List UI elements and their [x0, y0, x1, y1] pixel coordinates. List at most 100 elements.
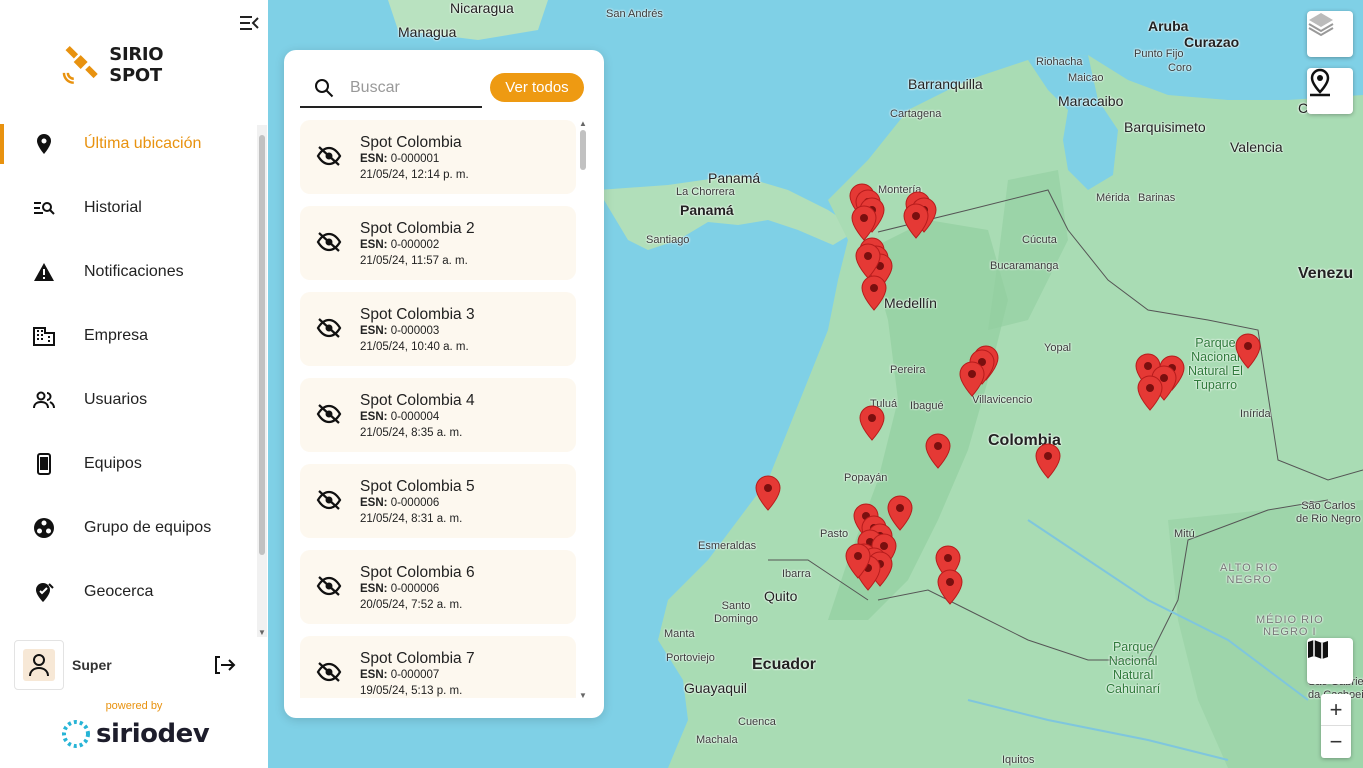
device-card[interactable]: Spot Colombia 2 ESN: 0-000002 21/05/24, 11… — [300, 206, 576, 280]
sidebar-item-label: Equipos — [84, 455, 142, 472]
scrollbar-thumb[interactable] — [259, 135, 265, 555]
map-label: Yopal — [1044, 342, 1072, 354]
device-esn: ESN: 0-000001 — [360, 153, 439, 165]
scroll-down-icon[interactable]: ▼ — [579, 691, 587, 700]
device-esn: ESN: 0-000006 — [360, 497, 439, 509]
ver-todos-button[interactable]: Ver todos — [490, 73, 584, 102]
user-icon — [29, 654, 49, 677]
map-label: Managua — [398, 24, 457, 40]
sidebar-item-label: Geocerca — [84, 583, 154, 600]
visibility-off-icon[interactable] — [316, 661, 342, 683]
visibility-off-icon[interactable] — [316, 403, 342, 425]
locate-pin-icon — [1310, 68, 1330, 97]
sidebar-item-geocerca[interactable]: Geocerca — [0, 560, 258, 624]
map-label: Parque Nacional Natural El Tuparro — [1188, 336, 1243, 392]
device-panel: Ver todos Spot Colombia ESN: 0-000001 21/0… — [284, 50, 604, 718]
device-name: Spot Colombia 3 — [360, 306, 475, 323]
main-nav: Última ubicación Historial Notificacione… — [0, 112, 258, 624]
avatar[interactable] — [14, 640, 64, 690]
visibility-off-icon[interactable] — [316, 317, 342, 339]
map-label: Punto Fijo — [1134, 48, 1184, 60]
device-card[interactable]: Spot Colombia 4 ESN: 0-000004 21/05/24, 8:… — [300, 378, 576, 452]
device-name: Spot Colombia 4 — [360, 392, 475, 409]
esn-label: ESN: — [360, 325, 388, 337]
sidebar-scrollbar[interactable]: ▼ — [257, 125, 267, 637]
sidebar-item-notificaciones[interactable]: Notificaciones — [0, 240, 258, 304]
device-card[interactable]: Spot Colombia 7 ESN: 0-000007 19/05/24, 5:… — [300, 636, 576, 698]
map-label: Pasto — [820, 528, 849, 540]
map-label: São Carlos de Rio Negro — [1296, 500, 1361, 525]
visibility-off-icon[interactable] — [316, 575, 342, 597]
map-label: Barinas — [1138, 192, 1176, 204]
sidebar-item-usuarios[interactable]: Usuarios — [0, 368, 258, 432]
device-name: Spot Colombia 7 — [360, 650, 475, 667]
layers-button[interactable] — [1307, 11, 1353, 57]
scroll-up-icon[interactable]: ▲ — [579, 119, 587, 128]
geofence-icon — [32, 580, 56, 604]
sidebar-item-label: Última ubicación — [84, 135, 202, 152]
scrollbar-thumb[interactable] — [580, 130, 586, 170]
map-label: Esmeraldas — [698, 540, 757, 552]
device-date: 20/05/24, 7:52 a. m. — [360, 599, 463, 611]
zoom-out-button[interactable]: − — [1321, 726, 1351, 758]
device-card[interactable]: Spot Colombia 6 ESN: 0-000006 20/05/24, 7:… — [300, 550, 576, 624]
sidebar-item-label: Grupo de equipos — [84, 519, 212, 536]
map-label: Barranquilla — [908, 76, 983, 92]
map-label: Parque Nacional Natural Cahuinarí — [1106, 640, 1161, 696]
vendor-logo: siriodev — [60, 716, 210, 752]
map-label: Medellín — [884, 295, 937, 311]
device-date: 21/05/24, 8:31 a. m. — [360, 513, 463, 525]
device-card[interactable]: Spot Colombia ESN: 0-000001 21/05/24, 12:1… — [300, 120, 576, 194]
device-card[interactable]: Spot Colombia 5 ESN: 0-000006 21/05/24, 8:… — [300, 464, 576, 538]
device-esn: ESN: 0-000003 — [360, 325, 439, 337]
esn-value: 0-000002 — [390, 239, 440, 251]
building-icon — [32, 324, 56, 348]
visibility-off-icon[interactable] — [316, 145, 342, 167]
sidebar-item-grupo-de-equipos[interactable]: Grupo de equipos — [0, 496, 258, 560]
device-date: 21/05/24, 12:14 p. m. — [360, 169, 469, 181]
esn-label: ESN: — [360, 497, 388, 509]
map-label: Ibagué — [910, 400, 944, 412]
map-label: Mitú — [1174, 528, 1195, 540]
map-label: Machala — [696, 734, 738, 746]
visibility-off-icon[interactable] — [316, 489, 342, 511]
sidebar-item-label: Notificaciones — [84, 263, 184, 280]
scroll-down-icon[interactable]: ▼ — [258, 628, 266, 637]
app-logo: SIRIO SPOT — [60, 42, 220, 88]
zoom-in-button[interactable]: + — [1321, 694, 1351, 726]
users-icon — [32, 388, 56, 412]
esn-value: 0-000007 — [390, 669, 440, 681]
map-label: Cúcuta — [1022, 234, 1057, 246]
map-label: Coro — [1168, 62, 1192, 74]
sidebar-item-equipos[interactable]: Equipos — [0, 432, 258, 496]
list-scrollbar[interactable]: ▲ ▼ — [578, 119, 588, 700]
locate-button[interactable] — [1307, 68, 1353, 114]
search-icon — [315, 79, 334, 98]
siriodev-logo-icon — [62, 720, 90, 748]
device-esn: ESN: 0-000004 — [360, 411, 439, 423]
sidebar-item-ultima-ubicacion[interactable]: Última ubicación — [0, 112, 258, 176]
esn-label: ESN: — [360, 583, 388, 595]
device-esn: ESN: 0-000002 — [360, 239, 439, 251]
sidebar-item-historial[interactable]: Historial — [0, 176, 258, 240]
search-input[interactable] — [350, 79, 480, 97]
map-type-button[interactable] — [1307, 638, 1353, 684]
logout-icon[interactable] — [214, 654, 236, 676]
esn-value: 0-000001 — [390, 153, 440, 165]
device-name: Spot Colombia 6 — [360, 564, 475, 581]
esn-label: ESN: — [360, 669, 388, 681]
sidebar-item-empresa[interactable]: Empresa — [0, 304, 258, 368]
esn-value: 0-000003 — [390, 325, 440, 337]
map-label: Valencia — [1230, 139, 1283, 155]
phone-icon — [32, 452, 56, 476]
esn-value: 0-000004 — [390, 411, 440, 423]
visibility-off-icon[interactable] — [316, 231, 342, 253]
map-label: Tuluá — [870, 398, 898, 410]
map-label: Villavicencio — [972, 394, 1033, 406]
user-name: Super — [72, 657, 112, 673]
esn-label: ESN: — [360, 239, 388, 251]
esn-value: 0-000006 — [390, 583, 440, 595]
device-card[interactable]: Spot Colombia 3 ESN: 0-000003 21/05/24, 10… — [300, 292, 576, 366]
collapse-menu-icon[interactable] — [238, 12, 260, 34]
map-label: Nicaragua — [450, 0, 514, 16]
